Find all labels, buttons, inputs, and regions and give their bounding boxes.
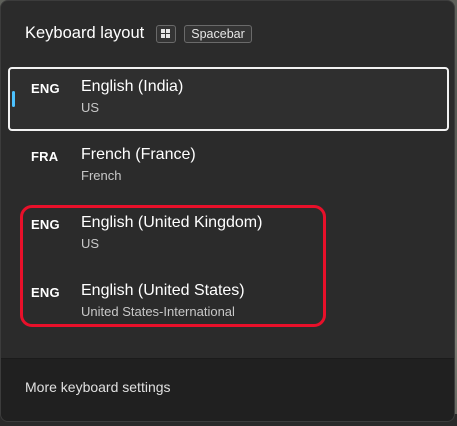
flyout-title: Keyboard layout: [25, 24, 145, 42]
selection-indicator: [12, 91, 15, 107]
windows-key-badge: [156, 24, 177, 43]
layout-keyboard: US: [81, 100, 100, 115]
windows-logo-icon: [161, 28, 171, 39]
keyboard-layout-flyout: Keyboard layout Spacebar ENG English (In…: [0, 0, 455, 422]
layout-item-english-india[interactable]: ENG English (India) US: [8, 67, 449, 131]
layout-keyboard: US: [81, 236, 100, 251]
layout-item-english-us[interactable]: ENG English (United States) United State…: [8, 271, 449, 335]
layout-item-english-uk[interactable]: ENG English (United Kingdom) US: [8, 203, 449, 267]
spacebar-key-badge: Spacebar: [184, 24, 252, 43]
layout-item-french-france[interactable]: FRA French (France) French: [8, 135, 449, 199]
flyout-header: Keyboard layout Spacebar: [25, 24, 252, 43]
layout-code: ENG: [31, 81, 60, 96]
layout-name: English (United States): [81, 282, 245, 299]
layout-keyboard: United States-International: [81, 304, 235, 319]
layout-keyboard: French: [81, 168, 122, 183]
layout-list: ENG English (India) US FRA French (Franc…: [8, 67, 449, 339]
layout-name: French (France): [81, 146, 196, 163]
more-keyboard-settings-link[interactable]: More keyboard settings: [25, 379, 171, 395]
layout-code: ENG: [31, 217, 60, 232]
layout-code: FRA: [31, 149, 59, 164]
flyout-footer: More keyboard settings: [1, 358, 454, 421]
layout-code: ENG: [31, 285, 60, 300]
layout-name: English (United Kingdom): [81, 214, 263, 231]
layout-name: English (India): [81, 78, 184, 95]
